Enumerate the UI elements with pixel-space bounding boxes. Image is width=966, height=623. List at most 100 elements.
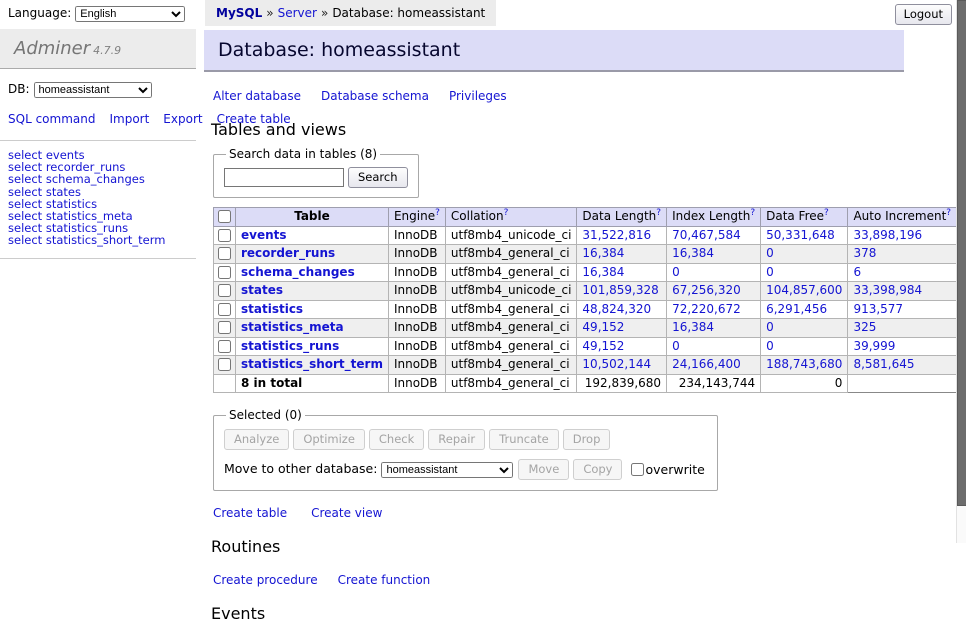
- auto-increment-link[interactable]: 378: [853, 246, 876, 260]
- row-checkbox[interactable]: [218, 247, 231, 260]
- tables-and-views-heading: Tables and views: [211, 120, 904, 139]
- repair-button[interactable]: Repair: [428, 429, 485, 450]
- table-name-link[interactable]: events: [241, 228, 287, 242]
- create-view-link[interactable]: Create view: [311, 506, 382, 520]
- copy-button[interactable]: Copy: [573, 459, 622, 480]
- auto-increment-link[interactable]: 913,577: [853, 302, 903, 316]
- table-name-link[interactable]: statistics_runs: [241, 339, 339, 353]
- index-length-link[interactable]: 0: [672, 339, 680, 353]
- sidebar-import-link[interactable]: Import: [109, 112, 149, 126]
- data-length-link[interactable]: 49,152: [582, 339, 624, 353]
- column-help-link[interactable]: ?: [824, 208, 829, 218]
- index-length-cell: 0: [667, 337, 761, 356]
- index-length-link[interactable]: 70,467,584: [672, 228, 741, 242]
- row-checkbox[interactable]: [218, 358, 231, 371]
- data-length-link[interactable]: 101,859,328: [582, 283, 658, 297]
- data-length-link[interactable]: 16,384: [582, 265, 624, 279]
- sidebar-links: SQL commandImportExportCreate table: [0, 112, 196, 141]
- app-version-link[interactable]: 4.7.9: [93, 44, 121, 57]
- index-length-link[interactable]: 16,384: [672, 320, 714, 334]
- breadcrumb-mysql-link[interactable]: MySQL: [216, 6, 262, 20]
- search-input[interactable]: [224, 168, 344, 187]
- database-schema-link[interactable]: Database schema: [321, 89, 429, 103]
- row-checkbox[interactable]: [218, 284, 231, 297]
- auto-increment-cell: 6: [848, 263, 957, 282]
- table-name-link[interactable]: schema_changes: [241, 265, 355, 279]
- analyze-button[interactable]: Analyze: [224, 429, 289, 450]
- data-free-link[interactable]: 50,331,648: [766, 228, 835, 242]
- overwrite-checkbox[interactable]: [631, 463, 644, 476]
- app-title: Adminer4.7.9: [0, 29, 196, 69]
- data-free-link[interactable]: 104,857,600: [766, 283, 842, 297]
- column-header: Index Length?: [667, 208, 761, 227]
- column-help-link[interactable]: ?: [656, 208, 661, 218]
- select-all-checkbox[interactable]: [218, 210, 231, 223]
- auto-increment-link[interactable]: 8,581,645: [853, 357, 914, 371]
- row-checkbox[interactable]: [218, 229, 231, 242]
- auto-increment-link[interactable]: 33,898,196: [853, 228, 922, 242]
- index-length-link[interactable]: 0: [672, 265, 680, 279]
- row-checkbox[interactable]: [218, 321, 231, 334]
- column-help-link[interactable]: ?: [435, 208, 440, 218]
- data-length-link[interactable]: 16,384: [582, 246, 624, 260]
- row-checkbox[interactable]: [218, 266, 231, 279]
- create-procedure-link[interactable]: Create procedure: [213, 573, 318, 587]
- data-free-link[interactable]: 0: [766, 320, 774, 334]
- privileges-link[interactable]: Privileges: [449, 89, 507, 103]
- move-button[interactable]: Move: [518, 459, 569, 480]
- breadcrumb-server-link[interactable]: Server: [278, 6, 317, 20]
- data-free-link[interactable]: 0: [766, 246, 774, 260]
- create-table-link[interactable]: Create table: [213, 506, 287, 520]
- alter-database-link[interactable]: Alter database: [213, 89, 301, 103]
- data-length-cell: 101,859,328: [577, 282, 667, 301]
- data-free-link[interactable]: 188,743,680: [766, 357, 842, 371]
- column-header: Auto Increment?: [848, 208, 957, 227]
- sidebar-export-link[interactable]: Export: [163, 112, 202, 126]
- column-help-link[interactable]: ?: [946, 208, 951, 218]
- data-length-link[interactable]: 31,522,816: [582, 228, 651, 242]
- table-name-link[interactable]: recorder_runs: [241, 246, 335, 260]
- vertical-scrollbar[interactable]: [956, 0, 966, 543]
- drop-button[interactable]: Drop: [563, 429, 611, 450]
- sidebar-table-link[interactable]: select statistics_short_term: [8, 233, 165, 247]
- data-free-cell: 0: [761, 319, 848, 338]
- app-name: Adminer: [14, 38, 90, 59]
- data-length-link[interactable]: 49,152: [582, 320, 624, 334]
- optimize-button[interactable]: Optimize: [293, 429, 365, 450]
- data-length-link[interactable]: 10,502,144: [582, 357, 651, 371]
- events-heading: Events: [211, 604, 904, 623]
- table-name-link[interactable]: statistics_short_term: [241, 357, 383, 371]
- data-free-link[interactable]: 0: [766, 339, 774, 353]
- index-length-link[interactable]: 24,166,400: [672, 357, 741, 371]
- create-function-link[interactable]: Create function: [338, 573, 431, 587]
- auto-increment-link[interactable]: 325: [853, 320, 876, 334]
- scrollbar-thumb[interactable]: [957, 0, 966, 506]
- row-checkbox[interactable]: [218, 303, 231, 316]
- index-length-link[interactable]: 67,256,320: [672, 283, 741, 297]
- index-length-link[interactable]: 72,220,672: [672, 302, 741, 316]
- column-help-link[interactable]: ?: [504, 208, 509, 218]
- tables-body: eventsInnoDButf8mb4_unicode_ci31,522,816…: [214, 226, 966, 374]
- auto-increment-link[interactable]: 6: [853, 265, 861, 279]
- index-length-link[interactable]: 16,384: [672, 246, 714, 260]
- auto-increment-link[interactable]: 33,398,984: [853, 283, 922, 297]
- footer-data-free-cell: 0: [761, 374, 848, 393]
- move-db-select[interactable]: homeassistant: [381, 462, 513, 478]
- check-button[interactable]: Check: [369, 429, 424, 450]
- table-name-link[interactable]: states: [241, 283, 283, 297]
- table-name-link[interactable]: statistics: [241, 302, 303, 316]
- language-select[interactable]: English: [75, 6, 185, 22]
- table-name-link[interactable]: statistics_meta: [241, 320, 344, 334]
- column-help-link[interactable]: ?: [750, 208, 755, 218]
- truncate-button[interactable]: Truncate: [489, 429, 559, 450]
- search-button[interactable]: Search: [348, 167, 408, 188]
- logout-button[interactable]: Logout: [895, 4, 952, 25]
- data-free-link[interactable]: 6,291,456: [766, 302, 827, 316]
- row-checkbox[interactable]: [218, 340, 231, 353]
- sidebar-sql-command-link[interactable]: SQL command: [8, 112, 95, 126]
- db-select[interactable]: homeassistant: [34, 82, 152, 98]
- data-free-link[interactable]: 0: [766, 265, 774, 279]
- row-select-cell: [214, 319, 236, 338]
- auto-increment-link[interactable]: 39,999: [853, 339, 895, 353]
- data-length-link[interactable]: 48,824,320: [582, 302, 651, 316]
